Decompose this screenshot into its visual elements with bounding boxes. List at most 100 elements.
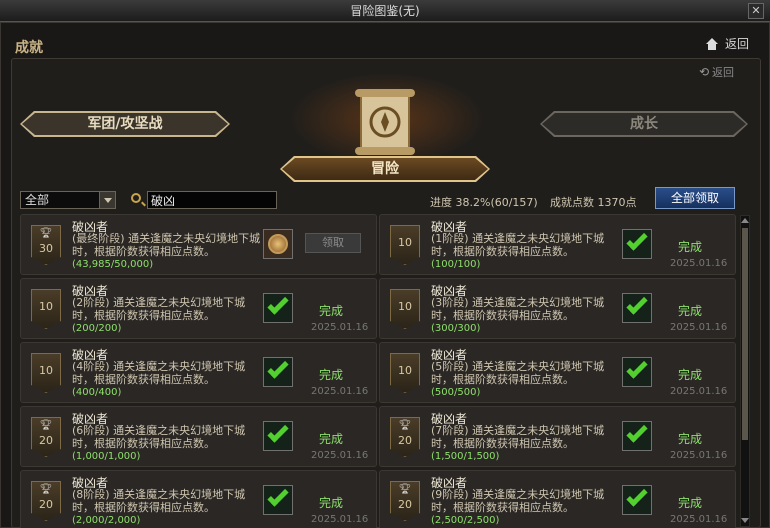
claim-all-button[interactable]: 全部领取	[655, 187, 735, 209]
achievement-list: 🏆︎ 30 破凶者 (最终阶段) 通关逢魔之未央幻境地下城时，根据阶数获得相应点数…	[20, 214, 736, 528]
tab-adventure[interactable]: 冒险	[280, 156, 490, 182]
points-medal: 10	[31, 289, 61, 329]
achievement-points: 成就点数 1370点	[550, 196, 637, 209]
completion-date: 2025.01.16	[670, 322, 728, 333]
completion-date: 2025.01.16	[670, 450, 728, 461]
status-complete: 完成	[678, 368, 703, 382]
checkmark-icon[interactable]	[622, 357, 652, 387]
search-icon	[131, 193, 141, 203]
achievement-progress: (2,000/2,000)	[72, 515, 141, 526]
points-medal: 🏆︎ 20	[390, 417, 420, 457]
progress-text: 进度 38.2%(60/157)	[430, 196, 538, 209]
claim-button[interactable]: 领取	[305, 233, 361, 253]
checkmark-icon[interactable]	[263, 293, 293, 323]
checkmark-icon[interactable]	[263, 357, 293, 387]
achievement-desc: (3阶段) 通关逢魔之未央幻境地下城时，根据阶数获得相应点数。	[431, 296, 605, 322]
achievement-desc: (5阶段) 通关逢魔之未央幻境地下城时，根据阶数获得相应点数。	[431, 360, 605, 386]
top-back-label[interactable]: 返回	[725, 35, 749, 52]
chevron-down-icon[interactable]	[99, 192, 115, 208]
tab-legion-raid[interactable]: 军团/攻坚战	[20, 111, 230, 137]
achievement-card: 🏆︎ 20 破凶者 (7阶段) 通关逢魔之未央幻境地下城时，根据阶数获得相应点数。…	[379, 406, 736, 467]
achievement-desc: (6阶段) 通关逢魔之未央幻境地下城时，根据阶数获得相应点数。	[72, 424, 246, 450]
cycle-icon[interactable]: ⟲	[699, 65, 709, 79]
status-complete: 完成	[678, 496, 703, 510]
achievement-progress: (300/300)	[431, 323, 481, 334]
trophy-icon: 🏆︎	[39, 228, 53, 239]
checkmark-icon[interactable]	[622, 293, 652, 323]
achievement-card: 10 破凶者 (4阶段) 通关逢魔之未央幻境地下城时，根据阶数获得相应点数。 (…	[20, 342, 377, 403]
list-scrollbar[interactable]	[740, 215, 750, 527]
status-complete: 完成	[678, 304, 703, 318]
points-medal: 10	[390, 289, 420, 329]
achievement-card: 10 破凶者 (5阶段) 通关逢魔之未央幻境地下城时，根据阶数获得相应点数。 (…	[379, 342, 736, 403]
scroll-compass-icon	[355, 89, 415, 155]
home-icon[interactable]	[705, 37, 719, 50]
completion-date: 2025.01.16	[311, 386, 369, 397]
status-complete: 完成	[319, 432, 344, 446]
achievement-desc: (7阶段) 通关逢魔之未央幻境地下城时，根据阶数获得相应点数。	[431, 424, 605, 450]
achievement-desc: (8阶段) 通关逢魔之未央幻境地下城时，根据阶数获得相应点数。	[72, 488, 246, 514]
sub-back-label[interactable]: 返回	[712, 64, 734, 80]
achievement-card: 10 破凶者 (3阶段) 通关逢魔之未央幻境地下城时，根据阶数获得相应点数。 (…	[379, 278, 736, 339]
achievement-desc: (4阶段) 通关逢魔之未央幻境地下城时，根据阶数获得相应点数。	[72, 360, 246, 386]
scroll-thumb[interactable]	[742, 228, 748, 440]
checkmark-icon[interactable]	[622, 229, 652, 259]
completion-date: 2025.01.16	[311, 450, 369, 461]
checkmark-icon[interactable]	[622, 485, 652, 515]
checkmark-icon[interactable]	[263, 485, 293, 515]
achievement-progress: (200/200)	[72, 323, 122, 334]
sub-back-link[interactable]: ⟲ 返回	[699, 64, 734, 80]
trophy-icon: 🏆︎	[39, 484, 53, 495]
reward-item-icon[interactable]	[263, 229, 293, 259]
status-complete: 完成	[319, 496, 344, 510]
points-medal: 🏆︎ 20	[31, 481, 61, 521]
window-titlebar: 冒险图鉴(无) ✕	[0, 0, 770, 22]
top-back-link[interactable]: 返回	[705, 35, 749, 52]
achievement-card: 🏆︎ 20 破凶者 (6阶段) 通关逢魔之未央幻境地下城时，根据阶数获得相应点数。…	[20, 406, 377, 467]
achievement-progress: (500/500)	[431, 387, 481, 398]
achievement-progress: (1,000/1,000)	[72, 451, 141, 462]
achievement-progress: (400/400)	[72, 387, 122, 398]
page-title: 成就	[15, 40, 43, 56]
checkmark-icon[interactable]	[263, 421, 293, 451]
category-select[interactable]: 全部	[20, 191, 116, 209]
trophy-icon: 🏆︎	[398, 484, 412, 495]
search-input[interactable]	[147, 191, 277, 209]
completion-date: 2025.01.16	[670, 386, 728, 397]
points-medal: 🏆︎ 30	[31, 225, 61, 265]
trophy-icon: 🏆︎	[398, 420, 412, 431]
achievement-desc: (最终阶段) 通关逢魔之未央幻境地下城时，根据阶数获得相应点数。	[72, 232, 261, 258]
achievement-card: 10 破凶者 (1阶段) 通关逢魔之未央幻境地下城时，根据阶数获得相应点数。 (…	[379, 214, 736, 275]
points-medal: 🏆︎ 20	[31, 417, 61, 457]
status-complete: 完成	[678, 240, 703, 254]
completion-date: 2025.01.16	[670, 258, 728, 269]
achievement-desc: (9阶段) 通关逢魔之未央幻境地下城时，根据阶数获得相应点数。	[431, 488, 605, 514]
status-complete: 完成	[319, 304, 344, 318]
achievement-card: 10 破凶者 (2阶段) 通关逢魔之未央幻境地下城时，根据阶数获得相应点数。 (…	[20, 278, 377, 339]
close-icon[interactable]: ✕	[748, 3, 764, 19]
points-medal: 10	[390, 353, 420, 393]
checkmark-icon[interactable]	[622, 421, 652, 451]
achievement-card: 🏆︎ 30 破凶者 (最终阶段) 通关逢魔之未央幻境地下城时，根据阶数获得相应点数…	[20, 214, 377, 275]
badge-icon	[268, 234, 288, 254]
scroll-down-icon[interactable]	[741, 517, 749, 525]
achievement-progress: (100/100)	[431, 259, 481, 270]
achievement-progress: (43,985/50,000)	[72, 259, 154, 270]
tab-growth[interactable]: 成长	[540, 111, 748, 137]
points-medal: 🏆︎ 20	[390, 481, 420, 521]
achievement-progress: (2,500/2,500)	[431, 515, 500, 526]
completion-date: 2025.01.16	[670, 514, 728, 525]
achievement-progress: (1,500/1,500)	[431, 451, 500, 462]
achievement-panel: ⟲ 返回 军团/攻坚战 冒险 成长 全部 进度 38.2%(60/157) 成就…	[11, 58, 761, 528]
status-complete: 完成	[678, 432, 703, 446]
window-title: 冒险图鉴(无)	[350, 4, 420, 18]
points-medal: 10	[390, 225, 420, 265]
achievement-window: 成就 返回 ⟲ 返回 军团/攻坚战 冒险 成长 全部 进度 38.2%(60/1…	[0, 22, 770, 528]
completion-date: 2025.01.16	[311, 322, 369, 333]
achievement-card: 🏆︎ 20 破凶者 (9阶段) 通关逢魔之未央幻境地下城时，根据阶数获得相应点数。…	[379, 470, 736, 528]
points-medal: 10	[31, 353, 61, 393]
achievement-card: 🏆︎ 20 破凶者 (8阶段) 通关逢魔之未央幻境地下城时，根据阶数获得相应点数。…	[20, 470, 377, 528]
completion-date: 2025.01.16	[311, 514, 369, 525]
status-complete: 完成	[319, 368, 344, 382]
scroll-up-icon[interactable]	[741, 217, 749, 225]
